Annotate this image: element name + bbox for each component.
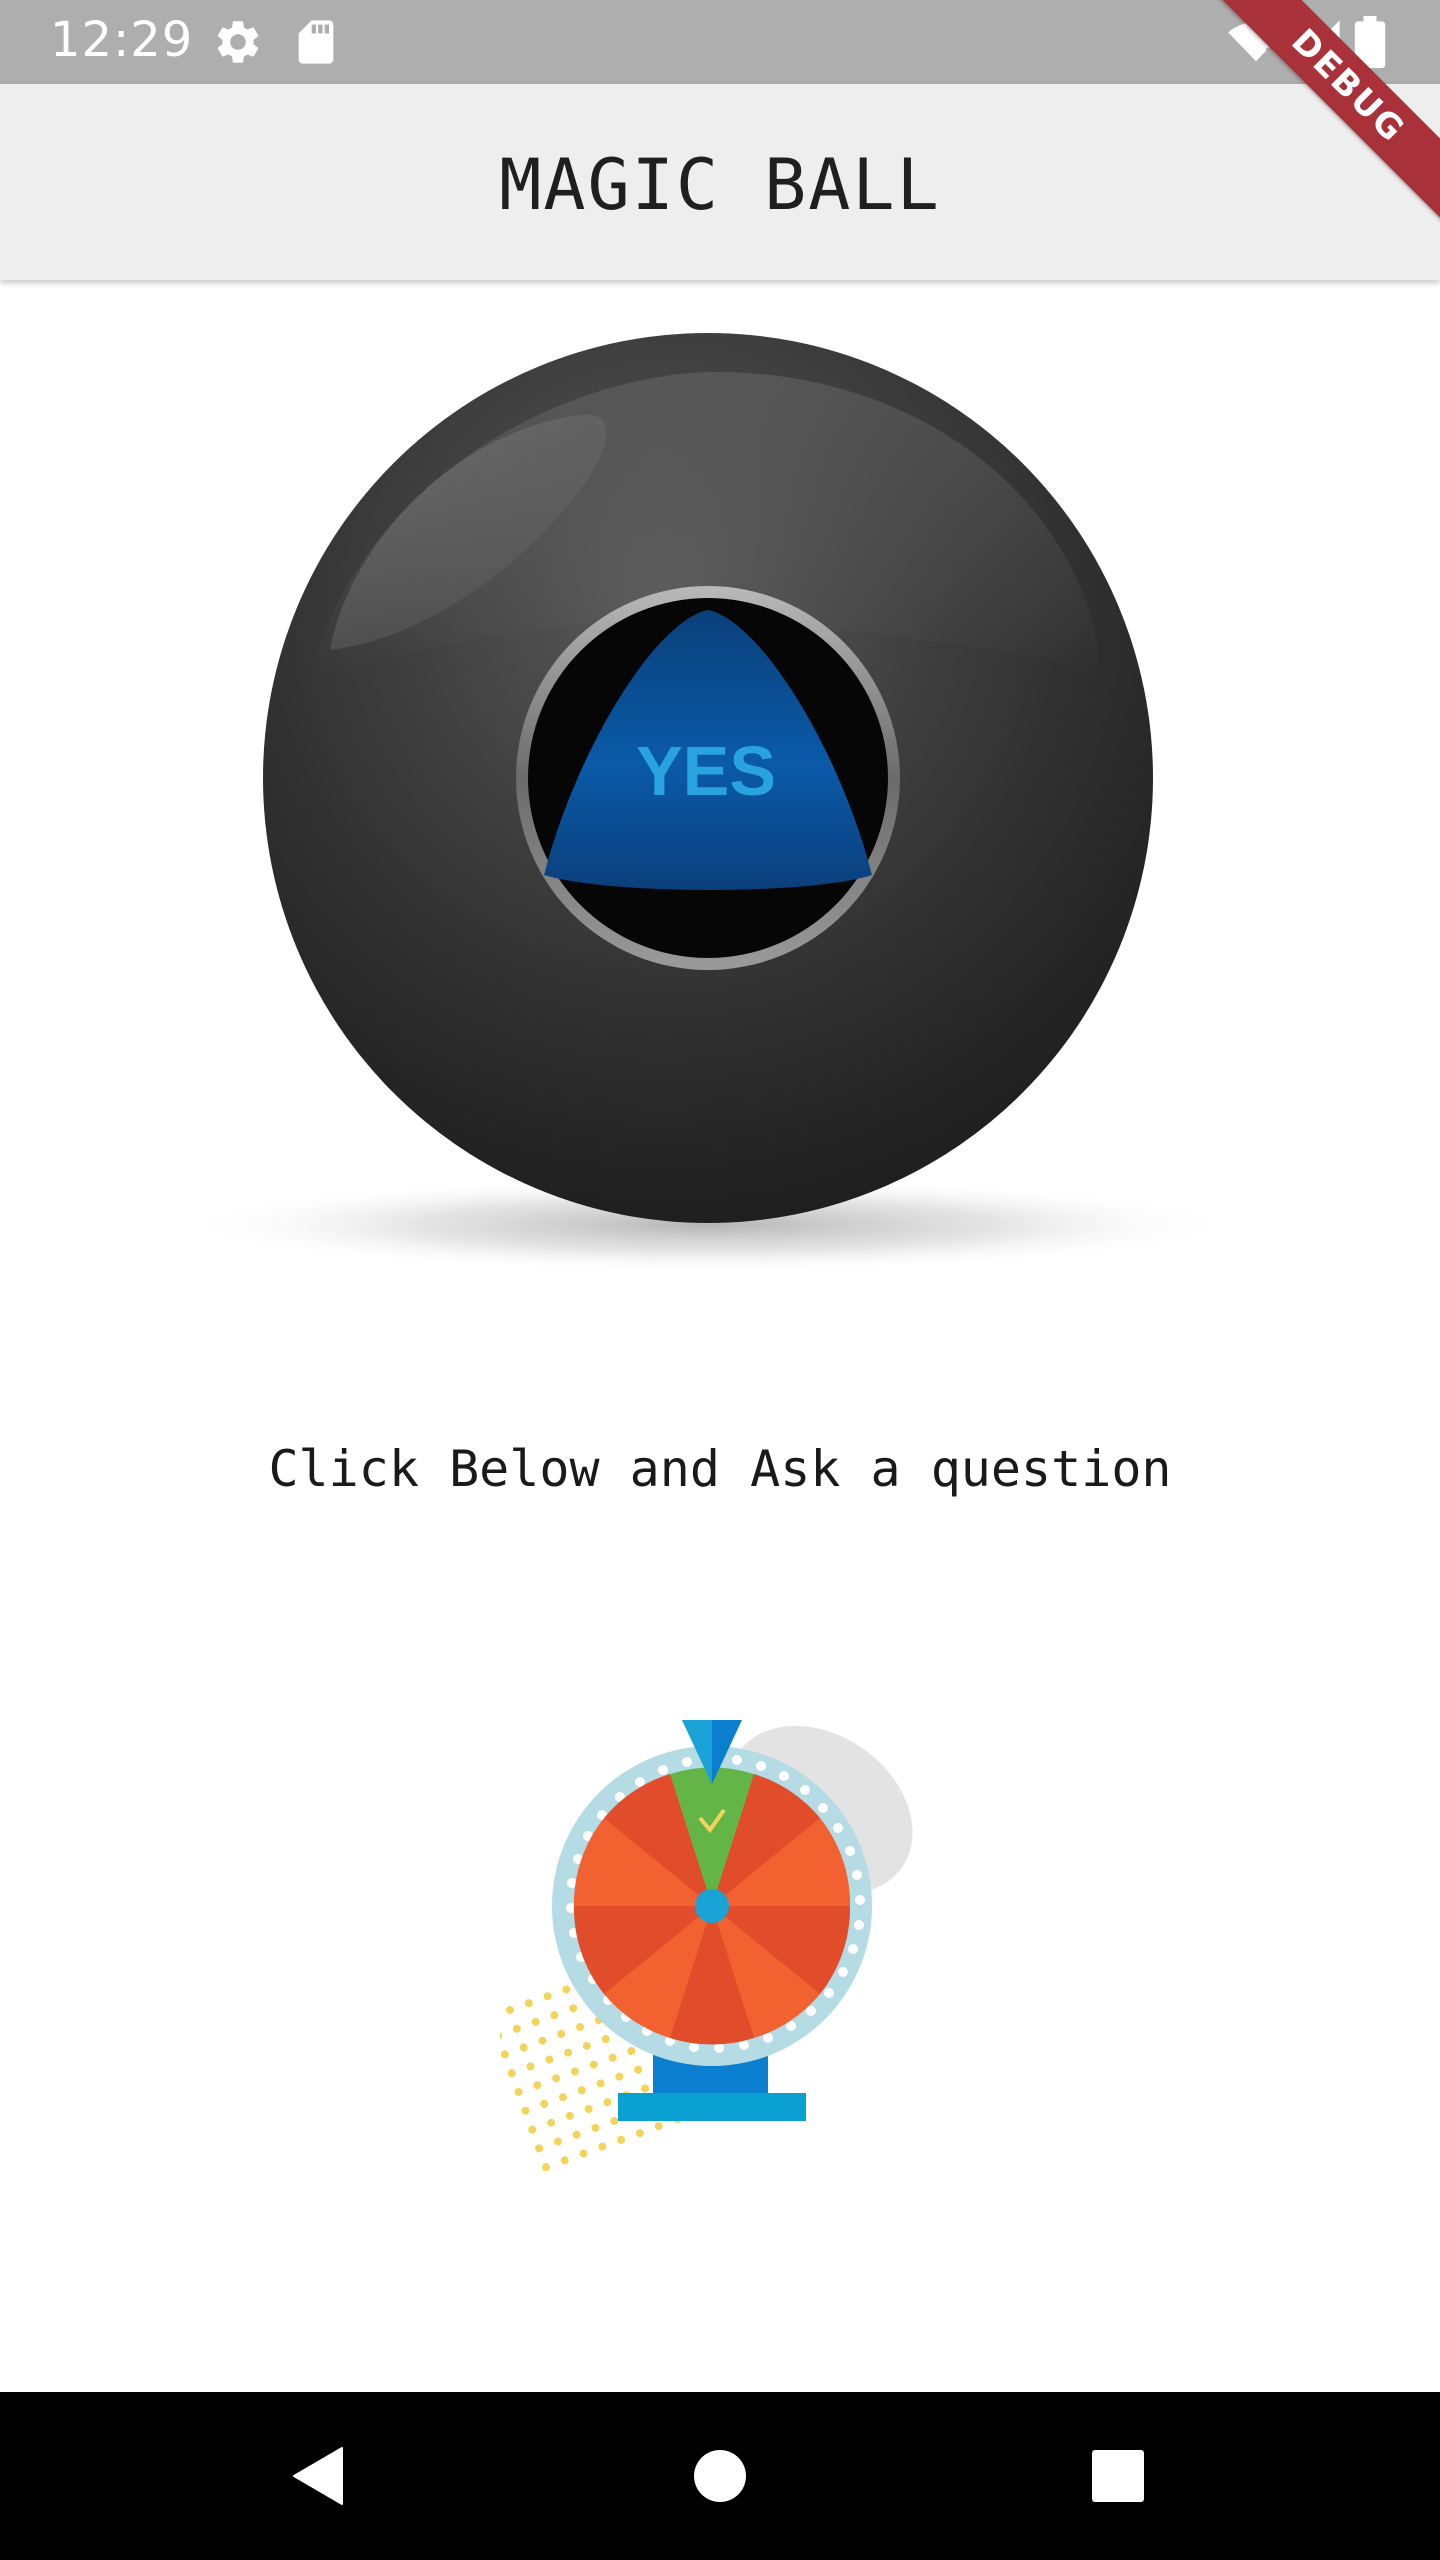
status-bar: 12:29 — [0, 0, 1440, 84]
page-title: MAGIC BALL — [499, 144, 941, 226]
navigation-bar — [0, 2392, 1440, 2560]
sd-card-icon — [290, 16, 342, 68]
home-icon[interactable] — [680, 2436, 760, 2516]
magic-ball: YES — [160, 320, 1280, 1280]
answer-text: YES — [636, 732, 776, 810]
back-icon[interactable] — [278, 2436, 358, 2516]
prompt-text: Click Below and Ask a question — [268, 1440, 1172, 1498]
ask-question-button[interactable] — [487, 1700, 940, 2220]
status-time: 12:29 — [50, 12, 194, 68]
recents-icon[interactable] — [1078, 2436, 1158, 2516]
app-bar: MAGIC BALL — [0, 84, 1440, 280]
prize-wheel-icon — [487, 1720, 913, 2172]
gear-icon — [212, 16, 264, 68]
